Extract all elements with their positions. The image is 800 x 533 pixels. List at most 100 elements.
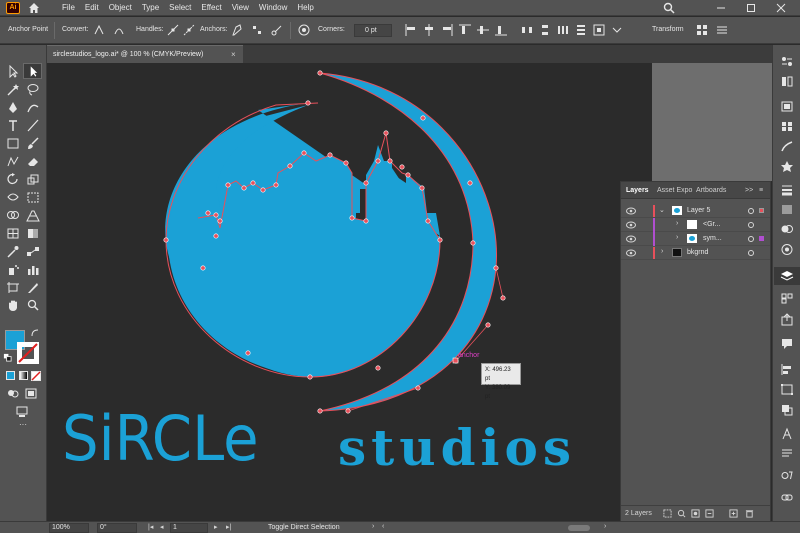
draw-inside-icon[interactable] — [24, 387, 38, 400]
remove-anchor-icon[interactable] — [230, 23, 244, 37]
rectangle-tool-icon[interactable] — [6, 137, 20, 150]
align-center-icon[interactable] — [422, 23, 436, 37]
layer-name[interactable]: Layer 5 — [687, 207, 710, 214]
connect-anchor-icon[interactable] — [250, 23, 264, 37]
direct-selection-tool[interactable] — [23, 63, 42, 79]
layer-name[interactable]: sym... — [703, 235, 722, 242]
properties-icon[interactable] — [780, 55, 794, 68]
transparency-icon[interactable] — [780, 223, 794, 236]
grid-icon[interactable] — [695, 23, 709, 37]
asset-export-icon[interactable] — [780, 313, 794, 326]
last-artboard-icon[interactable]: ▸| — [226, 523, 231, 531]
menu-window[interactable]: Window — [254, 0, 292, 16]
pen-tool-icon[interactable] — [6, 101, 20, 114]
links-icon[interactable] — [780, 491, 794, 504]
stroke-swatch[interactable] — [17, 342, 39, 364]
opentype-icon[interactable] — [780, 469, 794, 482]
symbols-icon[interactable] — [780, 160, 794, 173]
gradient-mode-button[interactable] — [19, 371, 28, 380]
shaper-tool-icon[interactable] — [6, 155, 20, 168]
home-icon[interactable] — [27, 2, 41, 14]
convert-corner-icon[interactable] — [92, 23, 106, 37]
target-icon[interactable] — [748, 208, 754, 214]
status-menu-icon[interactable]: › — [372, 523, 374, 530]
selection-tool-icon[interactable] — [6, 65, 20, 78]
tab-close-icon[interactable]: × — [231, 50, 236, 59]
none-mode-icon[interactable] — [31, 371, 41, 381]
layer-row[interactable]: › bkgrnd — [621, 246, 770, 260]
type-tool-icon[interactable] — [6, 119, 20, 132]
align-left-icon[interactable] — [404, 23, 418, 37]
tab-asset-export[interactable]: Asset Expo — [657, 187, 692, 194]
eye-icon[interactable] — [626, 235, 636, 243]
swatches-icon[interactable] — [780, 120, 794, 133]
chevron-down-icon[interactable] — [610, 23, 624, 37]
graph-tool-icon[interactable] — [26, 263, 40, 276]
next-artboard-icon[interactable]: ▸ — [214, 523, 218, 531]
menu-edit[interactable]: Edit — [80, 0, 104, 16]
gradient-icon[interactable] — [780, 203, 794, 216]
comments-icon[interactable] — [780, 337, 794, 350]
chevron-right-icon[interactable]: › — [676, 220, 678, 227]
tab-artboards[interactable]: Artboards — [696, 187, 726, 194]
distribute-space-icon[interactable] — [556, 23, 570, 37]
locate-object-icon[interactable] — [677, 509, 686, 518]
artboard-field[interactable]: 1 — [170, 523, 208, 533]
cut-path-icon[interactable] — [270, 23, 284, 37]
gradient-tool-icon[interactable] — [26, 227, 40, 240]
draw-mode-icon[interactable] — [6, 387, 20, 400]
menu-type[interactable]: Type — [137, 0, 164, 16]
slice-tool-icon[interactable] — [26, 281, 40, 294]
rotate-tool-icon[interactable] — [6, 173, 20, 186]
menu-object[interactable]: Object — [104, 0, 137, 16]
new-sublayer-icon[interactable] — [705, 509, 714, 518]
logo-text-studios[interactable]: studios — [338, 420, 576, 476]
pathfinder-icon[interactable] — [780, 403, 794, 416]
minimize-icon[interactable] — [715, 2, 727, 14]
target-icon[interactable] — [748, 250, 754, 256]
color-mode-button[interactable] — [6, 371, 15, 380]
previous-artboard-icon[interactable]: ◂ — [160, 523, 164, 531]
chevron-right-icon[interactable]: › — [676, 234, 678, 241]
selection-indicator[interactable] — [759, 236, 764, 241]
panel-more[interactable]: >> — [745, 187, 753, 194]
stroke-icon[interactable] — [780, 183, 794, 196]
symbol-sprayer-icon[interactable] — [6, 263, 20, 276]
distribute-vspace-icon[interactable] — [574, 23, 588, 37]
align-top-icon[interactable] — [458, 23, 472, 37]
character-icon[interactable] — [780, 427, 794, 440]
zoom-tool-icon[interactable] — [26, 299, 40, 312]
eye-icon[interactable] — [626, 249, 636, 257]
distribute-v-icon[interactable] — [538, 23, 552, 37]
line-tool-icon[interactable] — [26, 119, 40, 132]
menu-file[interactable]: File — [57, 0, 80, 16]
chevron-right-icon[interactable]: › — [661, 248, 663, 255]
width-tool-icon[interactable] — [6, 191, 20, 204]
export-icon[interactable] — [663, 509, 672, 518]
zoom-field[interactable]: 100% — [49, 523, 89, 533]
tab-layers[interactable]: Layers — [626, 187, 649, 194]
curvature-icon[interactable] — [26, 101, 40, 114]
align-icon[interactable] — [780, 363, 794, 376]
align-middle-icon[interactable] — [476, 23, 490, 37]
horizontal-scrollbar-thumb[interactable] — [568, 525, 590, 531]
scroll-left-icon[interactable]: ‹ — [382, 523, 384, 530]
panel-menu-icon[interactable]: ≡ — [759, 187, 763, 194]
distribute-h-icon[interactable] — [520, 23, 534, 37]
paragraph-icon[interactable] — [780, 447, 794, 460]
layer-name[interactable]: bkgrnd — [687, 249, 708, 256]
screen-mode-icon[interactable] — [15, 405, 29, 418]
layer-name[interactable]: <Gr... — [703, 221, 720, 228]
mesh-tool-icon[interactable] — [6, 227, 20, 240]
eye-icon[interactable] — [626, 207, 636, 215]
perspective-grid-icon[interactable] — [26, 209, 40, 222]
scale-tool-icon[interactable] — [26, 173, 40, 186]
align-right-icon[interactable] — [440, 23, 454, 37]
brushes-icon[interactable] — [780, 140, 794, 153]
new-layer-icon[interactable] — [729, 509, 738, 518]
layer-row[interactable]: ⌄ Layer 5 — [621, 204, 770, 218]
chevron-down-icon[interactable]: ⌄ — [659, 206, 665, 214]
delete-icon[interactable] — [745, 509, 754, 518]
default-colors-icon[interactable] — [3, 353, 12, 362]
swap-fill-stroke-icon[interactable] — [30, 328, 40, 338]
